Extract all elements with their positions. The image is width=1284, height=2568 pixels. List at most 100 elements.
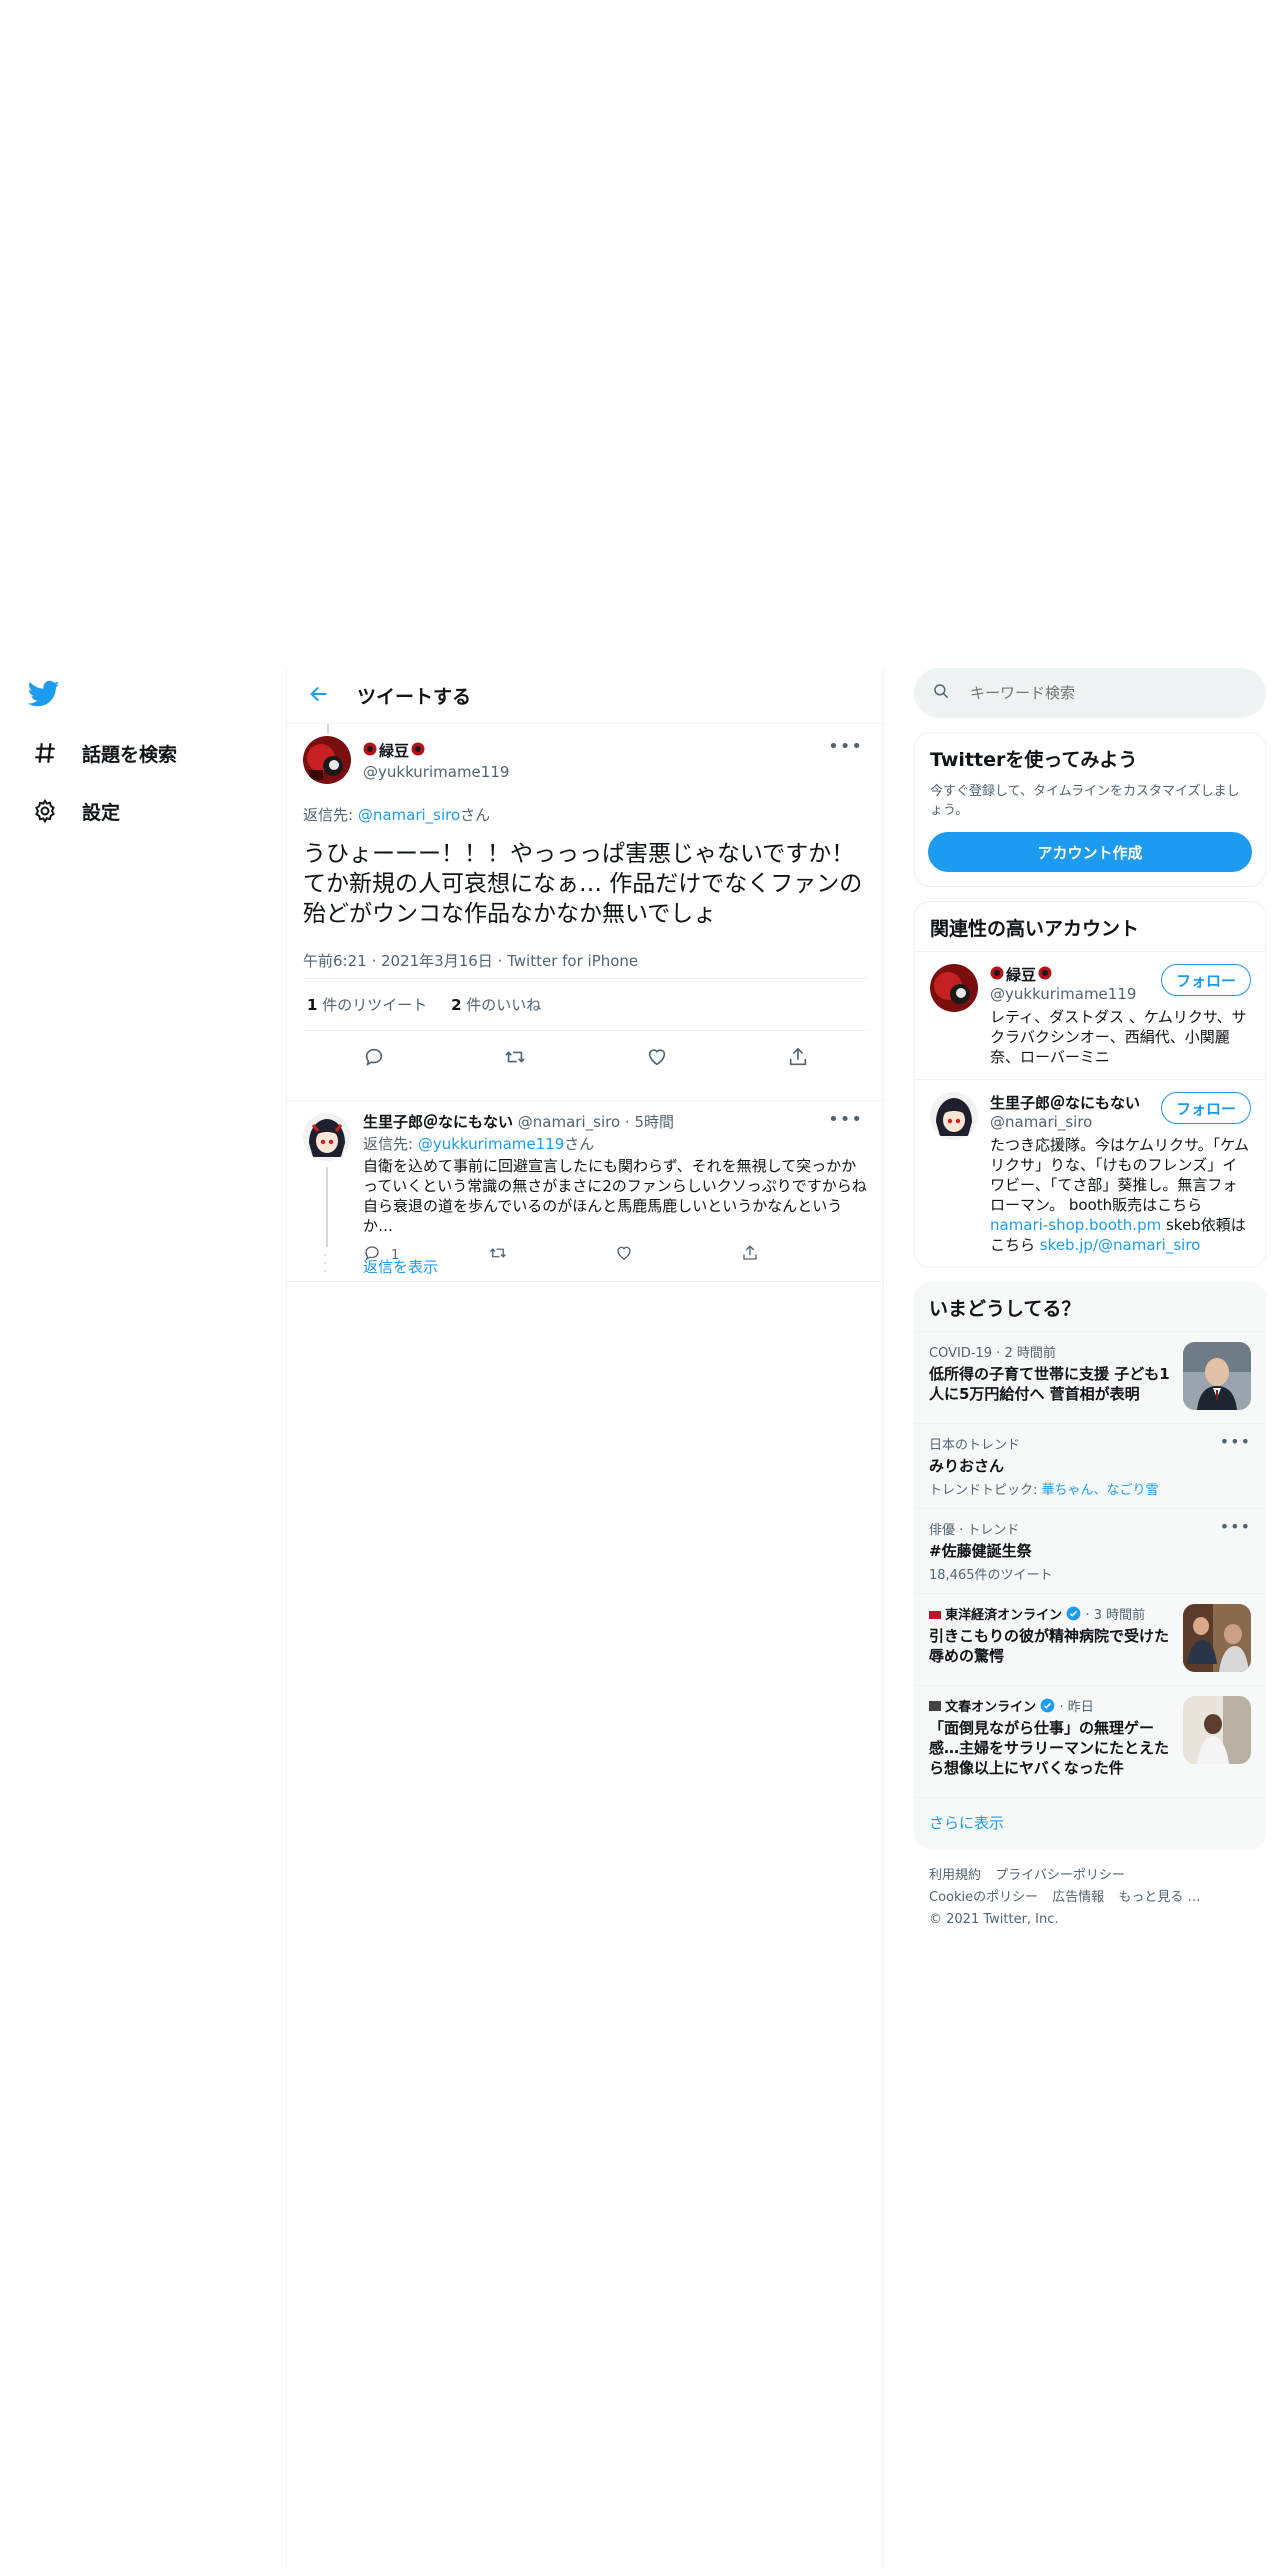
search-icon xyxy=(932,682,950,704)
reply-tweet[interactable]: 生里子郎＠なにもない @namari_siro · 5時間 ••• 返信先: @… xyxy=(287,1100,883,1263)
publisher-logo-icon xyxy=(929,1608,941,1623)
reply-prefix: 返信先: xyxy=(303,806,358,824)
avatar[interactable] xyxy=(303,736,351,784)
trend-title: みりおさん xyxy=(929,1457,1005,1475)
publisher-logo-icon xyxy=(929,1700,941,1715)
sidebar-footer: 利用規約 プライバシーポリシー Cookieのポリシー 広告情報 もっと見る …… xyxy=(914,1849,1266,1947)
verified-badge-icon xyxy=(1040,1698,1055,1713)
main-column: ツイートする 緑豆 @yukkurimame119 ••• 返信先: @nama… xyxy=(286,668,884,2568)
show-replies-link[interactable]: 返信を表示 xyxy=(363,1256,438,1277)
author-name[interactable]: 生里子郎＠なにもない xyxy=(363,1113,513,1131)
reply-context: 返信先: @yukkurimame119さん xyxy=(363,1133,867,1154)
bean-emoji-icon xyxy=(363,742,377,760)
tweet-text: 自衛を込めて事前に回避宣言したにも関わらず、それを無視して突っかかっていくという… xyxy=(363,1157,867,1235)
trend-context: 俳優 · トレンド xyxy=(929,1523,1020,1538)
copyright: © 2021 Twitter, Inc. xyxy=(929,1912,1059,1927)
more-options-icon[interactable]: ••• xyxy=(1220,1432,1251,1451)
news-source: 文春オンライン xyxy=(945,1700,1037,1715)
trend-item[interactable]: 俳優 · トレンド #佐藤健誕生祭 18,465件のツイート ••• xyxy=(914,1508,1266,1593)
arrow-left-icon xyxy=(308,683,330,709)
like-icon[interactable] xyxy=(637,1037,677,1077)
reply-icon[interactable] xyxy=(354,1037,394,1077)
reply-prefix: 返信先: xyxy=(363,1135,418,1153)
tweet-timestamp[interactable]: 午前6:21 · 2021年3月16日 · Twitter for iPhone xyxy=(303,943,869,979)
footer-link-terms[interactable]: 利用規約 xyxy=(929,1868,981,1883)
nav-item-explore[interactable]: 話題を検索 xyxy=(30,733,177,773)
main-header: ツイートする xyxy=(287,668,883,724)
retweet-icon[interactable] xyxy=(495,1037,535,1077)
account-item[interactable]: 生里子郎＠なにもない @namari_siro たつき応援隊。今はケムリクサ。「… xyxy=(915,1079,1265,1267)
author-name[interactable]: 緑豆 xyxy=(379,740,409,761)
avatar[interactable] xyxy=(303,1113,351,1161)
trend-topic-links[interactable]: 華ちゃん、なごり雪 xyxy=(1042,1483,1159,1498)
create-account-button[interactable]: アカウント作成 xyxy=(928,832,1252,872)
more-options-icon[interactable]: ••• xyxy=(1220,1517,1251,1536)
reply-to-link[interactable]: @yukkurimame119 xyxy=(418,1135,564,1153)
account-name: 生里子郎＠なにもない xyxy=(990,1094,1141,1112)
footer-link-privacy[interactable]: プライバシーポリシー xyxy=(995,1868,1125,1883)
account-bio: レティ、ダストダス 、ケムリクサ、サクラバクシンオー、西絹代、小関麗奈、ローバー… xyxy=(990,1008,1247,1066)
footer-link-ads[interactable]: 広告情報 xyxy=(1052,1890,1104,1905)
retweet-stat[interactable]: 1 件のリツイート xyxy=(307,996,427,1014)
follow-button[interactable]: フォロー xyxy=(1160,964,1251,996)
share-icon[interactable] xyxy=(778,1037,818,1077)
nav-item-label: 設定 xyxy=(82,801,121,824)
news-thumbnail xyxy=(1183,1342,1251,1410)
bio-link-booth[interactable]: namari-shop.booth.pm xyxy=(990,1216,1161,1234)
news-thumbnail xyxy=(1183,1696,1251,1764)
retweet-label: 件のリツイート xyxy=(317,996,428,1014)
signup-description: 今すぐ登録して、タイムラインをカスタマイズしましょう。 xyxy=(930,784,1240,818)
tweet-text: うひょーーー！！！やっっっぱ害悪じゃないですか！ てか新規の人可哀想になぁ… 作… xyxy=(303,841,863,927)
verified-badge-icon xyxy=(1066,1606,1081,1621)
tweet-actions xyxy=(303,1031,869,1083)
trend-topics: トレンドトピック: 華ちゃん、なごり雪 xyxy=(929,1479,1251,1498)
trend-title: 低所得の子育て世帯に支援 子ども1人に5万円給付へ 菅首相が表明 xyxy=(929,1365,1170,1403)
bio-link-skeb[interactable]: skeb.jp/@namari_siro xyxy=(1040,1236,1201,1254)
more-options-icon[interactable]: ••• xyxy=(828,1109,863,1130)
trends-title: いまどうしてる？ xyxy=(929,1298,1081,1320)
search-bar[interactable] xyxy=(914,668,1266,718)
show-more-link[interactable]: さらに表示 xyxy=(914,1797,1266,1849)
thread-connector xyxy=(326,1167,328,1247)
trend-item[interactable]: 日本のトレンド みりおさん トレンドトピック: 華ちゃん、なごり雪 ••• xyxy=(914,1423,1266,1508)
news-title: 「面倒見ながら仕事」の無理ゲー感…主婦をサラリーマンにたとえたら想像以上にヤバく… xyxy=(929,1719,1170,1777)
gear-icon xyxy=(30,796,60,826)
trend-context: 日本のトレンド xyxy=(929,1438,1021,1453)
retweet-count: 1 xyxy=(307,996,318,1014)
right-sidebar: Twitterを使ってみよう 今すぐ登録して、タイムラインをカスタマイズしましょ… xyxy=(914,668,1266,1947)
footer-link-cookie[interactable]: Cookieのポリシー xyxy=(929,1890,1038,1905)
tweet-time[interactable]: · 5時間 xyxy=(625,1113,674,1131)
account-bio: たつき応援隊。今はケムリクサ。「ケムリクサ」りな、「けものフレンズ」イワビー、「… xyxy=(990,1135,1250,1255)
trends-card: いまどうしてる？ COVID-19 · 2 時間前 低所得の子育て世帯に支援 子… xyxy=(914,1282,1266,1849)
news-item[interactable]: 東洋経済オンライン · 3 時間前 引きこもりの彼が精神病院で受けた辱めの驚愕 xyxy=(914,1593,1266,1685)
related-accounts-card: 関連性の高いアカウント 緑豆 @yukkurimame119 レティ、ダストダス… xyxy=(914,901,1266,1268)
page-title: ツイートする xyxy=(357,686,472,708)
news-item[interactable]: 文春オンライン · 昨日 「面倒見ながら仕事」の無理ゲー感…主婦をサラリーマンに… xyxy=(914,1685,1266,1797)
nav-item-label: 話題を検索 xyxy=(82,743,178,766)
twitter-logo-icon[interactable] xyxy=(27,680,64,716)
account-item[interactable]: 緑豆 @yukkurimame119 レティ、ダストダス 、ケムリクサ、サクラバ… xyxy=(915,951,1265,1079)
reply-to-link[interactable]: @namari_siro xyxy=(358,806,460,824)
trend-count: 18,465件のツイート xyxy=(929,1568,1053,1583)
like-label: 件のいいね xyxy=(461,996,542,1014)
back-button[interactable] xyxy=(291,668,347,724)
account-name: 緑豆 xyxy=(1006,966,1037,984)
bean-emoji-icon xyxy=(411,742,425,760)
author-handle[interactable]: @yukkurimame119 xyxy=(363,763,509,781)
trend-title: #佐藤健誕生祭 xyxy=(929,1542,1032,1560)
news-title: 引きこもりの彼が精神病院で受けた辱めの驚愕 xyxy=(929,1627,1170,1665)
like-stat[interactable]: 2 件のいいね xyxy=(451,996,541,1014)
bean-emoji-icon xyxy=(990,966,1004,984)
trend-item[interactable]: COVID-19 · 2 時間前 低所得の子育て世帯に支援 子ども1人に5万円給… xyxy=(914,1331,1266,1423)
avatar[interactable] xyxy=(930,1092,978,1140)
more-options-icon[interactable]: ••• xyxy=(828,736,863,757)
avatar[interactable] xyxy=(930,964,978,1012)
search-input[interactable] xyxy=(970,684,1230,702)
bio-text: たつき応援隊。今はケムリクサ。「ケムリクサ」りな、「けものフレンズ」イワビー、「… xyxy=(990,1136,1250,1214)
follow-button[interactable]: フォロー xyxy=(1160,1092,1251,1124)
footer-link-more[interactable]: もっと見る … xyxy=(1118,1890,1200,1905)
author-handle[interactable]: @namari_siro xyxy=(518,1113,620,1131)
trend-topics-prefix: トレンドトピック: xyxy=(929,1483,1042,1498)
nav-item-settings[interactable]: 設定 xyxy=(30,791,120,831)
signup-card: Twitterを使ってみよう 今すぐ登録して、タイムラインをカスタマイズしましょ… xyxy=(914,732,1266,887)
